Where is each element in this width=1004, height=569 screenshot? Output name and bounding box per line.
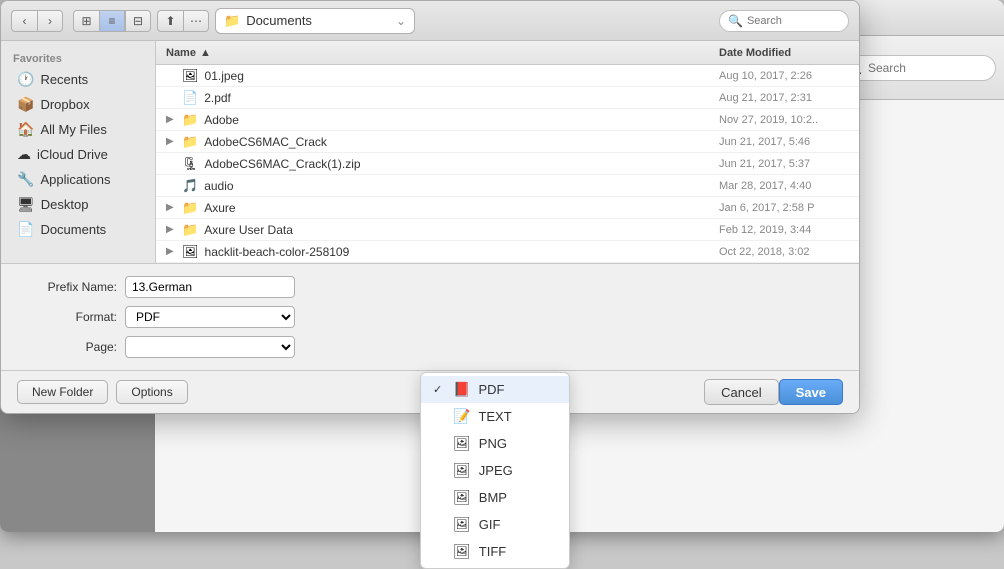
file-icon: 🗜 [182, 156, 199, 172]
file-name: AdobeCS6MAC_Crack [204, 135, 713, 149]
main-window: Cisdem Document Reader (1/50) ⊞ View ⬜ P… [0, 0, 1004, 532]
file-row[interactable]: 📄 2.pdf Aug 21, 2017, 2:31 [156, 100, 859, 109]
documents-icon: 📄 [17, 221, 34, 238]
file-name: hacklit-beach-color-258109 [205, 245, 713, 259]
format-label: Format: [17, 310, 117, 324]
dialog-bottom: Prefix Name: Format: PDF Page: [1, 263, 859, 370]
prefix-name-row: Prefix Name: [17, 276, 843, 298]
file-row[interactable]: ▶ 📁 Axure User Data Feb 12, 2019, 3:44 [156, 219, 859, 241]
page-label-field: Page: [17, 340, 117, 354]
format-option-pdf[interactable]: ✓ 📕 PDF [421, 376, 569, 403]
file-date: Aug 21, 2017, 2:31 [719, 100, 849, 104]
folder-icon: 📁 [182, 134, 198, 150]
file-icon: 📄 [182, 100, 198, 106]
dialog-body: Favorites 🕐 Recents 📦 Dropbox 🏠 All My F… [1, 100, 859, 263]
file-row[interactable]: 🗜 AdobeCS6MAC_Crack(1).zip Jun 21, 2017,… [156, 153, 859, 175]
file-list: 🖼 01.jpeg Aug 10, 2017, 2:26 📄 2.pdf Aug… [156, 100, 859, 263]
dropbox-label: Dropbox [40, 100, 89, 112]
pdf-label: PDF [478, 382, 504, 397]
format-field-group: PDF [125, 306, 295, 328]
file-date: Feb 12, 2019, 3:44 [719, 224, 849, 236]
text-label: TEXT [478, 409, 511, 414]
save-button[interactable]: Save [779, 379, 843, 405]
file-row[interactable]: 🎵 audio Mar 28, 2017, 4:40 [156, 175, 859, 197]
desktop-label: Desktop [41, 197, 89, 212]
icloud-icon: ☁ [17, 146, 31, 163]
applications-label: Applications [40, 172, 110, 187]
file-name: Adobe [204, 113, 713, 127]
file-name: AdobeCS6MAC_Crack(1).zip [205, 157, 713, 171]
expand-icon: ▶ [166, 136, 176, 147]
expand-icon: ▶ [166, 224, 176, 235]
file-date: Jun 21, 2017, 5:37 [719, 158, 849, 170]
sidebar-item-documents[interactable]: 📄 Documents [5, 217, 151, 242]
main-area: 13.German.wp ‹ › ⊞ ≡ ⊟ ⬆ [0, 100, 1004, 532]
prefix-name-label: Prefix Name: [17, 280, 117, 294]
file-dialog: ‹ › ⊞ ≡ ⊟ ⬆ ⋯ 📁 Documents [0, 100, 860, 414]
sidebar-item-applications[interactable]: 🔧 Applications [5, 167, 151, 192]
applications-icon: 🔧 [17, 171, 34, 188]
file-date: Jan 6, 2017, 2:58 P [719, 202, 849, 214]
sidebar-item-dropbox[interactable]: 📦 Dropbox [5, 100, 151, 117]
file-row[interactable]: ▶ 📁 AdobeCS6MAC_Crack Jun 21, 2017, 5:46 [156, 131, 859, 153]
all-files-icon: 🏠 [17, 121, 34, 138]
file-date: Oct 22, 2018, 3:02 [719, 246, 849, 258]
dialog-overlay: ‹ › ⊞ ≡ ⊟ ⬆ ⋯ 📁 Documents [0, 100, 1004, 532]
file-name: 2.pdf [204, 100, 713, 105]
file-name: Axure User Data [204, 223, 713, 237]
folder-icon: 📁 [182, 200, 198, 216]
file-row[interactable]: ▶ 🖼 hacklit-beach-color-258109 Oct 22, 2… [156, 241, 859, 263]
sidebar-item-all-my-files[interactable]: 🏠 All My Files [5, 117, 151, 142]
cancel-button[interactable]: Cancel [704, 379, 778, 405]
pdf-icon: 📕 [453, 381, 470, 398]
file-icon: 🎵 [182, 178, 198, 194]
file-date: Mar 28, 2017, 4:40 [719, 180, 849, 192]
page-select[interactable] [125, 336, 295, 358]
folder-icon: 📁 [182, 222, 198, 238]
options-button[interactable]: Options [116, 380, 187, 404]
checkmark-icon: ✓ [433, 383, 445, 396]
file-row[interactable]: ▶ 📁 Adobe Nov 27, 2019, 10:2.. [156, 109, 859, 131]
sidebar: Favorites 🕐 Recents 📦 Dropbox 🏠 All My F… [1, 100, 156, 263]
icloud-label: iCloud Drive [37, 147, 108, 162]
file-list-area: Name ▲ Date Modified 🖼 01.jpeg Aug 10, 2… [156, 100, 859, 263]
expand-icon: ▶ [166, 246, 176, 257]
file-icon: 🖼 [182, 244, 199, 260]
file-date: Nov 27, 2019, 10:2.. [719, 114, 849, 126]
expand-icon: ▶ [166, 202, 176, 213]
file-date: Jun 21, 2017, 5:46 [719, 136, 849, 148]
format-row: Format: PDF [17, 306, 843, 328]
file-name: audio [204, 179, 713, 193]
folder-icon: 📁 [182, 112, 198, 128]
format-select[interactable]: PDF [125, 306, 295, 328]
format-dropdown: ✓ 📕 PDF 📝 TEXT 🖼 PNG [420, 372, 570, 414]
dropbox-icon: 📦 [17, 100, 34, 113]
sidebar-item-icloud-drive[interactable]: ☁ iCloud Drive [5, 142, 151, 167]
new-folder-button[interactable]: New Folder [17, 380, 108, 404]
documents-label: Documents [40, 222, 106, 237]
all-files-label: All My Files [40, 122, 106, 137]
file-row[interactable]: ▶ 📁 Axure Jan 6, 2017, 2:58 P [156, 197, 859, 219]
sidebar-item-desktop[interactable]: 🖥 Desktop [5, 192, 151, 217]
format-option-text[interactable]: 📝 TEXT [421, 403, 569, 414]
expand-icon: ▶ [166, 114, 176, 125]
page-row: Page: [17, 336, 843, 358]
file-name: Axure [204, 201, 713, 215]
desktop-icon: 🖥 [17, 196, 35, 213]
text-icon: 📝 [453, 408, 470, 414]
prefix-name-input[interactable] [125, 276, 295, 298]
